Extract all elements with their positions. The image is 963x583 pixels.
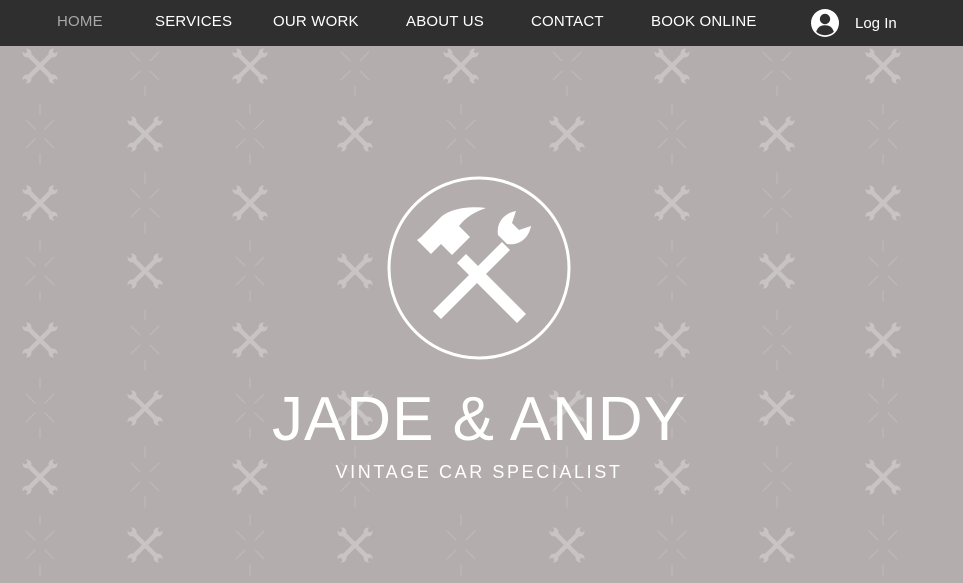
hero-subtitle: VINTAGE CAR SPECIALIST [335,462,623,482]
user-avatar-icon[interactable] [810,8,840,38]
login-button[interactable]: Log In [810,0,897,46]
hammer-and-wrench-icon [387,176,571,360]
nav-item-our-work[interactable]: OUR WORK [273,0,359,46]
nav-item-about-us[interactable]: ABOUT US [406,0,484,46]
nav-item-contact[interactable]: CONTACT [531,0,604,46]
login-label[interactable]: Log In [855,15,897,32]
nav-item-home[interactable]: HOME [57,0,103,46]
hero-section: JADE & ANDY VINTAGE CAR SPECIALIST [0,46,963,583]
hero-title: JADE & ANDY [271,385,687,454]
nav-item-book-online[interactable]: BOOK ONLINE [651,0,757,46]
top-navigation-bar: HOME SERVICES OUR WORK ABOUT US CONTACT … [0,0,963,46]
nav-item-services[interactable]: SERVICES [155,0,232,46]
